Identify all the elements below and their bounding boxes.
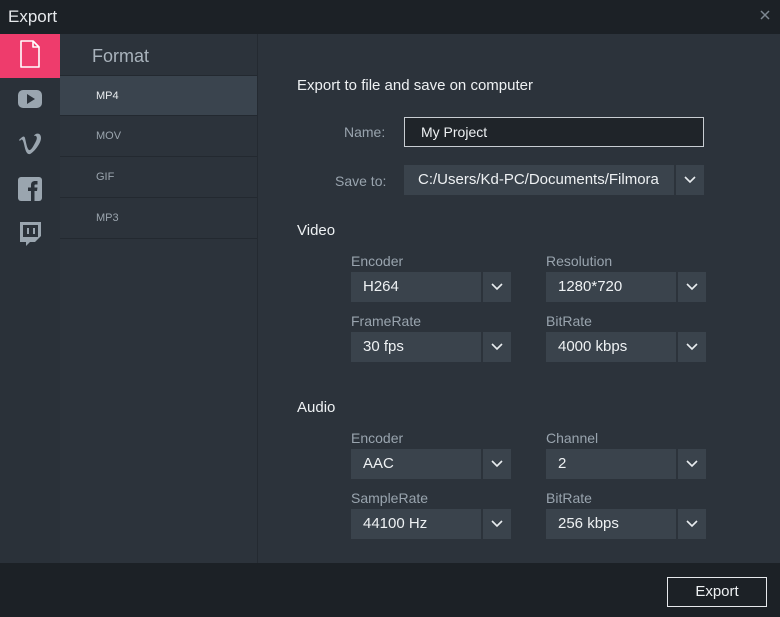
chevron-down-icon [678,509,706,539]
audio-bitrate-value: 256 kbps [546,509,676,539]
save-to-label: Save to: [335,173,387,189]
format-item-mp3[interactable]: MP3 [60,198,257,239]
file-icon [19,39,41,73]
save-to-browse[interactable] [676,165,704,195]
channel-label: Channel [546,430,599,446]
resolution-dropdown[interactable]: 1280*720 [546,272,706,302]
channel-value: 2 [546,449,676,479]
chevron-down-icon [678,332,706,362]
chevron-down-icon [483,449,511,479]
audio-encoder-label: Encoder [351,430,404,446]
title-bar: Export [0,0,780,34]
format-item-gif[interactable]: GIF [60,157,257,198]
save-to-path[interactable]: C:/Users/Kd-PC/Documents/Filmora [404,165,674,195]
destination-vimeo[interactable] [0,124,60,168]
destination-sidebar [0,34,60,563]
destination-computer[interactable] [0,34,60,78]
chevron-down-icon [483,272,511,302]
dialog-footer: Export [0,563,780,617]
chevron-down-icon [483,509,511,539]
video-heading: Video [297,222,336,239]
video-bitrate-value: 4000 kbps [546,332,676,362]
format-item-mov[interactable]: MOV [60,116,257,157]
settings-panel: Export to file and save on computer Name… [258,34,780,563]
resolution-label: Resolution [546,253,613,269]
video-encoder-value: H264 [351,272,481,302]
chevron-down-icon [678,272,706,302]
samplerate-dropdown[interactable]: 44100 Hz [351,509,511,539]
name-input[interactable]: My Project [404,117,704,147]
close-icon[interactable] [758,8,772,22]
video-bitrate-dropdown[interactable]: 4000 kbps [546,332,706,362]
vimeo-icon [18,133,42,160]
video-encoder-label: Encoder [351,253,404,269]
chevron-down-icon [678,449,706,479]
framerate-value: 30 fps [351,332,481,362]
video-encoder-dropdown[interactable]: H264 [351,272,511,302]
audio-heading: Audio [297,399,336,416]
facebook-icon [18,176,42,206]
framerate-dropdown[interactable]: 30 fps [351,332,511,362]
destination-twitch[interactable] [0,214,60,258]
name-label: Name: [344,124,386,140]
export-button[interactable]: Export [667,577,767,607]
audio-bitrate-label: BitRate [546,490,592,506]
twitch-icon [18,221,42,252]
samplerate-value: 44100 Hz [351,509,481,539]
format-header: Format [92,46,150,66]
youtube-icon [17,89,43,114]
format-item-mp4[interactable]: MP4 [60,75,257,116]
chevron-down-icon [676,165,704,195]
framerate-label: FrameRate [351,313,422,329]
destination-facebook[interactable] [0,169,60,213]
window-title: Export [8,7,58,26]
samplerate-label: SampleRate [351,490,429,506]
audio-encoder-dropdown[interactable]: AAC [351,449,511,479]
resolution-value: 1280*720 [546,272,676,302]
audio-encoder-value: AAC [351,449,481,479]
video-bitrate-label: BitRate [546,313,592,329]
format-panel: Format MP4 MOV GIF MP3 [60,34,258,563]
channel-dropdown[interactable]: 2 [546,449,706,479]
export-heading: Export to file and save on computer [297,77,533,94]
audio-bitrate-dropdown[interactable]: 256 kbps [546,509,706,539]
destination-youtube[interactable] [0,79,60,123]
chevron-down-icon [483,332,511,362]
